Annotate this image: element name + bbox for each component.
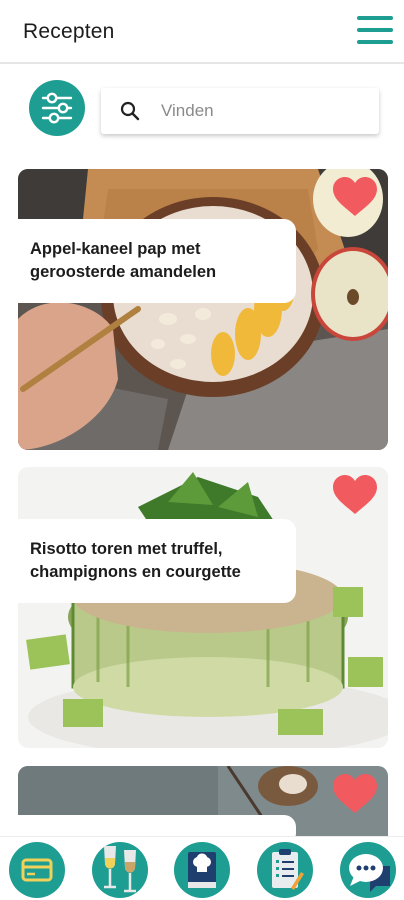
wine-glasses-icon <box>104 846 136 893</box>
filter-button[interactable] <box>29 80 85 136</box>
recipe-title: Risotto toren met truffel, champignons e… <box>18 519 296 603</box>
card-icon <box>21 858 53 882</box>
nav-card-button[interactable] <box>9 842 65 898</box>
heart-icon[interactable] <box>331 773 379 815</box>
recipe-title <box>18 815 296 836</box>
recipe-card-2[interactable]: Risotto toren met truffel, champignons e… <box>18 467 388 748</box>
nav-wine-button[interactable] <box>92 842 148 898</box>
heart-icon[interactable] <box>331 474 379 516</box>
bottom-navigation <box>0 836 404 900</box>
page-title: Recepten <box>23 20 115 43</box>
chef-cookbook-icon <box>188 852 216 888</box>
sliders-icon <box>41 92 73 124</box>
recipe-title-line: champignons en courgette <box>30 563 241 581</box>
recipe-title-line: Risotto toren met truffel, <box>30 540 223 558</box>
recipe-title-line: Appel-kaneel pap met <box>30 240 201 258</box>
heart-icon[interactable] <box>331 176 379 218</box>
hamburger-menu-icon[interactable] <box>357 16 393 44</box>
recipe-card-1[interactable]: Appel-kaneel pap met geroosterde amandel… <box>18 169 388 450</box>
search-icon <box>120 101 140 121</box>
recipe-title-line: geroosterde amandelen <box>30 263 217 281</box>
app-header: Recepten <box>0 0 404 64</box>
search-input[interactable] <box>161 96 366 126</box>
nav-cookbook-button[interactable] <box>174 842 230 898</box>
clipboard-list-icon <box>272 849 304 890</box>
nav-chat-button[interactable] <box>340 842 396 898</box>
nav-shopping-list-button[interactable] <box>257 842 313 898</box>
chat-bubble-icon <box>349 854 390 892</box>
recipe-title: Appel-kaneel pap met geroosterde amandel… <box>18 219 296 303</box>
recipe-card-3[interactable] <box>18 766 388 836</box>
search-bar[interactable] <box>101 88 379 134</box>
